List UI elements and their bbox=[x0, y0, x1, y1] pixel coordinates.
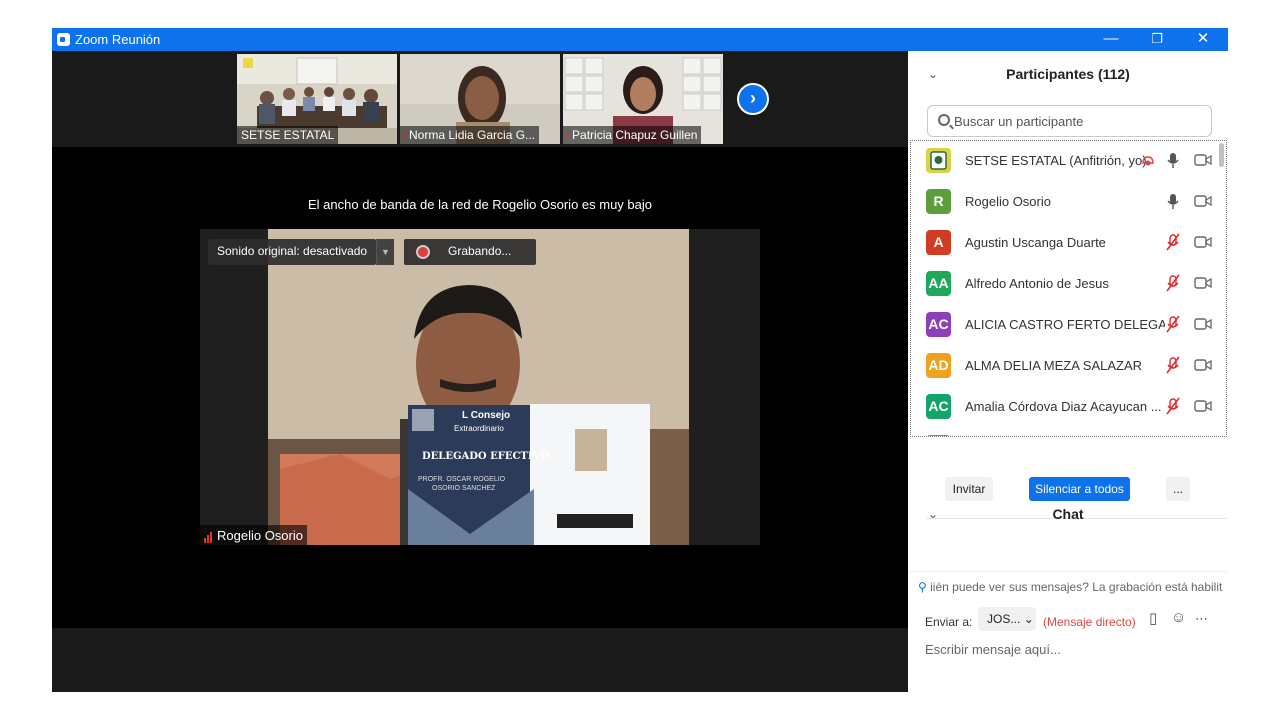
muted-microphone-icon[interactable] bbox=[1165, 356, 1181, 374]
next-page-button[interactable]: › bbox=[737, 83, 769, 115]
card-title: DELEGADO EFECTIVO bbox=[422, 451, 549, 462]
window-title: Zoom Reunión bbox=[75, 32, 161, 47]
participant-row[interactable]: AA Alfredo Antonio de Jesus bbox=[911, 264, 1226, 305]
avatar: AC bbox=[926, 394, 951, 419]
participant-row[interactable]: AC ALICIA CASTRO FERTO DELEGAC... bbox=[911, 305, 1226, 346]
thumbnail-name: ⁄ Patricia Chapuz Guillen bbox=[563, 126, 702, 144]
send-to-select[interactable]: JOS... ⌄ bbox=[978, 607, 1036, 631]
low-signal-icon bbox=[204, 528, 213, 543]
camera-icon[interactable] bbox=[1194, 235, 1212, 249]
partial-avatar bbox=[926, 435, 951, 436]
send-to-label: Enviar a: bbox=[925, 615, 973, 629]
card-header-2: Extraordinario bbox=[454, 424, 504, 433]
thumbnail-strip: SETSE ESTATAL ⁄Norma Lidia Garcia G... bbox=[52, 51, 908, 147]
title-bar: Zoom Reunión — ❐ ✕ bbox=[52, 28, 1228, 51]
zoom-window: Zoom Reunión — ❐ ✕ SETSE ESTATAL ⁄ Norma… bbox=[52, 28, 1228, 692]
speaker-name-label: Rogelio Osorio bbox=[200, 525, 307, 545]
camera-icon[interactable] bbox=[1194, 276, 1212, 290]
emoji-icon[interactable]: ☺ bbox=[1171, 609, 1186, 626]
participant-name: Amalia Córdova Diaz Acayucan ... bbox=[965, 399, 1162, 414]
more-icon[interactable]: ⋯ bbox=[1195, 611, 1208, 627]
participants-title: Participantes (112) bbox=[1006, 66, 1130, 82]
thumbnail-name: SETSE ESTATAL bbox=[237, 126, 339, 144]
mute-all-button[interactable]: Silenciar a todos bbox=[1029, 477, 1130, 501]
microphone-icon[interactable] bbox=[1165, 151, 1181, 169]
muted-microphone-icon[interactable] bbox=[1165, 315, 1181, 333]
camera-icon[interactable] bbox=[1194, 194, 1212, 208]
participant-row[interactable]: AD ALMA DELIA MEZA SALAZAR bbox=[911, 346, 1226, 387]
thumbnail-video[interactable]: ⁄ Patricia Chapuz Guillen bbox=[563, 54, 723, 144]
divider bbox=[908, 571, 1228, 572]
file-icon[interactable]: ▯ bbox=[1149, 609, 1157, 627]
participant-list[interactable]: SETSE ESTATAL (Anfitrión, yo) R Rogelio Os… bbox=[910, 140, 1227, 437]
minimize-button[interactable]: — bbox=[1088, 28, 1134, 51]
thumbnail-video[interactable]: ⁄ Norma Lidia Garcia G... bbox=[400, 54, 560, 144]
microphone-icon[interactable] bbox=[1165, 192, 1181, 210]
participant-name: Rogelio Osorio bbox=[965, 194, 1051, 209]
direct-message-label: (Mensaje directo) bbox=[1043, 615, 1136, 629]
camera-icon[interactable] bbox=[1194, 399, 1212, 413]
original-sound-button[interactable]: Sonido original: desactivado bbox=[208, 239, 377, 265]
invite-button[interactable]: Invitar bbox=[945, 477, 993, 501]
muted-microphone-icon[interactable] bbox=[1165, 274, 1181, 292]
muted-microphone-icon[interactable] bbox=[1165, 397, 1181, 415]
recording-label: Grabando... bbox=[448, 244, 512, 258]
card-header-1: L Consejo bbox=[462, 410, 511, 421]
chat-input[interactable]: Escribir mensaje aquí... bbox=[925, 642, 1061, 657]
avatar bbox=[926, 148, 951, 173]
camera-icon[interactable] bbox=[1194, 358, 1212, 372]
participant-name: SETSE ESTATAL (Anfitrión, yo) bbox=[965, 153, 1147, 168]
video-area: SETSE ESTATAL ⁄Norma Lidia Garcia G... bbox=[52, 51, 908, 692]
side-panel: ⌄ Participantes (112) SETSE ESTATAL (Anf… bbox=[908, 51, 1228, 692]
participant-name: Alfredo Antonio de Jesus bbox=[965, 276, 1109, 291]
muted-microphone-icon[interactable] bbox=[1165, 233, 1181, 251]
participant-row[interactable]: R Rogelio Osorio bbox=[911, 182, 1226, 223]
thumbnail-video[interactable]: SETSE ESTATAL bbox=[237, 54, 397, 144]
avatar: A bbox=[926, 230, 951, 255]
avatar: R bbox=[926, 189, 951, 214]
search-icon bbox=[938, 114, 950, 126]
avatar: AD bbox=[926, 353, 951, 378]
bandwidth-notice: El ancho de banda de la red de Rogelio O… bbox=[308, 197, 652, 212]
search-input[interactable] bbox=[954, 111, 1204, 131]
card-name-2: OSORIO SANCHEZ bbox=[432, 485, 496, 492]
muted-mic-icon: ⁄ bbox=[567, 128, 570, 142]
video-footer bbox=[52, 628, 908, 692]
chat-title: Chat bbox=[1052, 506, 1084, 522]
avatar: AC bbox=[926, 312, 951, 337]
close-button[interactable]: ✕ bbox=[1180, 28, 1226, 51]
original-sound-dropdown[interactable]: ▼ bbox=[376, 239, 394, 265]
recording-icon bbox=[416, 245, 430, 259]
active-speaker-video: L Consejo Extraordinario DELEGADO EFECTI… bbox=[200, 229, 760, 545]
avatar: AA bbox=[926, 271, 951, 296]
restore-button[interactable]: ❐ bbox=[1134, 28, 1180, 51]
participant-name: Agustin Uscanga Duarte bbox=[965, 235, 1106, 250]
more-button[interactable]: ... bbox=[1166, 477, 1190, 501]
speaker-video-image bbox=[200, 229, 760, 545]
camera-icon[interactable] bbox=[1194, 153, 1212, 167]
muted-mic-icon: ⁄ bbox=[404, 128, 407, 142]
card-name-1: PROFR. OSCAR ROGELIO bbox=[418, 476, 506, 483]
user-lock-icon: ⚲ bbox=[918, 580, 927, 594]
chevron-right-icon: › bbox=[750, 88, 756, 108]
chat-notice: ⚲ iién puede ver sus mensajes? La grabac… bbox=[918, 580, 1223, 594]
thumbnail-name: ⁄ Norma Lidia Garcia G... bbox=[400, 126, 540, 144]
chevron-down-icon: ⌄ bbox=[1023, 612, 1034, 626]
participant-row[interactable]: AC Amalia Córdova Diaz Acayucan ... bbox=[911, 387, 1226, 428]
participant-name: ALMA DELIA MEZA SALAZAR bbox=[965, 358, 1143, 373]
participant-row[interactable]: A Agustin Uscanga Duarte bbox=[911, 223, 1226, 264]
camera-icon[interactable] bbox=[1194, 317, 1212, 331]
participant-search[interactable] bbox=[927, 105, 1212, 137]
recording-icon bbox=[1141, 154, 1155, 166]
recording-indicator[interactable]: Grabando... bbox=[404, 239, 536, 265]
participant-name: ALICIA CASTRO FERTO DELEGAC... bbox=[965, 317, 1165, 332]
zoom-app-icon bbox=[57, 33, 70, 46]
participant-row[interactable]: SETSE ESTATAL (Anfitrión, yo) bbox=[911, 141, 1226, 182]
